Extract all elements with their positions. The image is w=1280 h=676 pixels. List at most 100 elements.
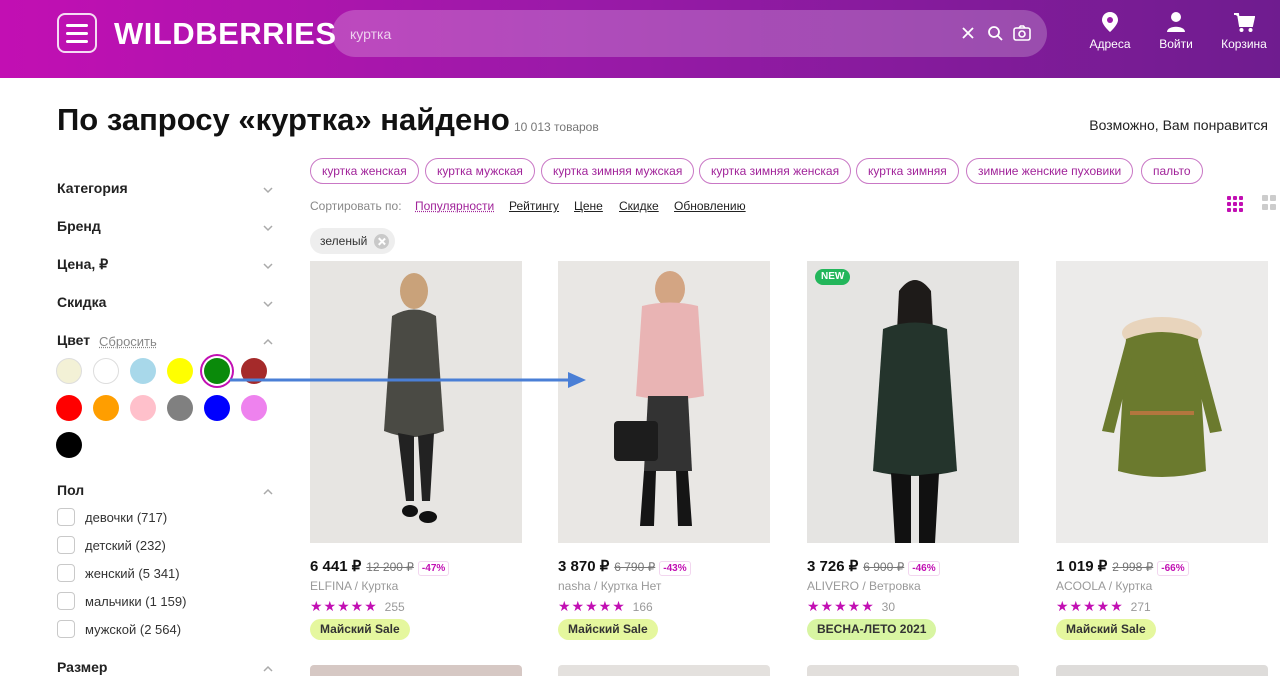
annotation-arrow-icon — [230, 372, 586, 388]
product-card-partial[interactable] — [310, 665, 522, 676]
product-image[interactable] — [558, 261, 770, 543]
filter-price[interactable]: Цена, ₽ — [57, 256, 108, 273]
star-icons: ★★★★★ — [558, 598, 626, 614]
gender-checkbox[interactable] — [57, 508, 75, 526]
gender-option[interactable]: женский (5 341) — [85, 566, 180, 581]
color-swatch[interactable] — [56, 432, 82, 458]
product-brand[interactable]: ALIVERO / Ветровка — [807, 579, 921, 593]
suggestion-chip[interactable]: куртка женская — [310, 158, 419, 184]
product-brand[interactable]: nasha / Куртка Нет — [558, 579, 661, 593]
color-swatch[interactable] — [167, 395, 193, 421]
addresses-button[interactable]: Адреса — [1080, 11, 1140, 51]
product-card[interactable]: 6 441 ₽ 12 200 ₽ -47% ELFINA / Куртка ★★★★… — [310, 261, 522, 640]
gender-checkbox[interactable] — [57, 536, 75, 554]
discount-badge: -46% — [908, 561, 940, 576]
filter-category[interactable]: Категория — [57, 180, 128, 196]
cart-button[interactable]: Корзина — [1214, 11, 1274, 51]
gender-checkbox[interactable] — [57, 620, 75, 638]
product-card[interactable]: NEW 3 726 ₽ 6 900 ₽ -46% ALIVERO / Ветровк… — [807, 261, 1019, 640]
maybe-like-link[interactable]: Возможно, Вам понравится — [1089, 117, 1268, 133]
color-swatch[interactable] — [93, 395, 119, 421]
product-card-partial[interactable] — [558, 665, 770, 676]
search-icon[interactable] — [984, 22, 1006, 44]
product-card-partial[interactable] — [807, 665, 1019, 676]
gender-checkbox[interactable] — [57, 564, 75, 582]
filter-color[interactable]: Цвет — [57, 332, 90, 348]
chevron-down-icon[interactable] — [262, 184, 274, 196]
reset-color-link[interactable]: Сбросить — [99, 334, 157, 349]
suggestion-chip[interactable]: куртка мужская — [425, 158, 535, 184]
logo[interactable]: WILDBERRIES — [114, 16, 337, 52]
remove-filter-icon[interactable] — [374, 234, 390, 249]
discount-badge: -47% — [417, 561, 450, 576]
color-swatch[interactable] — [204, 395, 230, 421]
gender-option[interactable]: девочки (717) — [85, 510, 167, 525]
filter-brand[interactable]: Бренд — [57, 218, 101, 234]
chevron-up-icon[interactable] — [262, 663, 274, 675]
color-swatch[interactable] — [241, 395, 267, 421]
product-card-partial[interactable] — [1056, 665, 1268, 676]
product-brand[interactable]: ACOOLA / Куртка — [1056, 579, 1152, 593]
active-filter-tag[interactable]: зеленый — [310, 228, 396, 254]
chevron-up-icon[interactable] — [262, 486, 274, 498]
chevron-down-icon[interactable] — [262, 298, 274, 310]
product-price: 1 019 ₽ — [1056, 558, 1108, 575]
product-image[interactable] — [310, 261, 522, 543]
gender-option[interactable]: детский (232) — [85, 538, 166, 553]
gender-option[interactable]: мальчики (1 159) — [85, 594, 186, 609]
star-icons: ★★★★★ — [807, 598, 875, 614]
sort-updated[interactable]: Обновлению — [674, 199, 746, 213]
color-swatch[interactable] — [167, 358, 193, 384]
star-icons: ★★★★★ — [1056, 598, 1124, 614]
suggestion-chip[interactable]: куртка зимняя женская — [699, 158, 852, 184]
search-input[interactable]: куртка — [332, 10, 1047, 57]
sort-discount[interactable]: Скидке — [619, 199, 659, 213]
product-image[interactable]: NEW — [807, 261, 1019, 543]
filter-gender[interactable]: Пол — [57, 482, 84, 498]
product-brand[interactable]: ELFINA / Куртка — [310, 579, 398, 593]
menu-button[interactable] — [57, 13, 97, 53]
color-swatch[interactable] — [130, 395, 156, 421]
color-swatch[interactable] — [204, 358, 230, 384]
search-query[interactable]: куртка — [350, 26, 391, 42]
clear-icon[interactable] — [957, 22, 979, 44]
user-icon — [1167, 12, 1185, 32]
suggestion-chip[interactable]: куртка зимняя мужская — [541, 158, 695, 184]
results-count: 10 013 товаров — [514, 120, 599, 134]
filter-discount[interactable]: Скидка — [57, 294, 106, 310]
color-swatch[interactable] — [93, 358, 119, 384]
location-pin-icon — [1102, 12, 1118, 32]
cart-icon — [1234, 13, 1255, 32]
color-swatch[interactable] — [130, 358, 156, 384]
cart-label: Корзина — [1221, 37, 1267, 51]
chevron-down-icon[interactable] — [262, 260, 274, 272]
large-grid-view-icon[interactable] — [1262, 195, 1278, 211]
color-swatch[interactable] — [56, 358, 82, 384]
sort-label: Сортировать по: — [310, 199, 402, 213]
camera-icon[interactable] — [1011, 22, 1033, 44]
sort-rating[interactable]: Рейтингу — [509, 199, 559, 213]
filter-size[interactable]: Размер — [57, 659, 107, 675]
suggestion-chip[interactable]: куртка зимняя — [856, 158, 959, 184]
grid-view-icon[interactable] — [1227, 196, 1243, 212]
chevron-up-icon[interactable] — [262, 336, 274, 348]
discount-badge: -66% — [1157, 561, 1189, 576]
product-image[interactable] — [1056, 261, 1268, 543]
chevron-down-icon[interactable] — [262, 222, 274, 234]
gender-option[interactable]: мужской (2 564) — [85, 622, 181, 637]
price-row: 6 441 ₽ 12 200 ₽ -47% — [310, 557, 450, 576]
suggestion-chip[interactable]: зимние женские пуховики — [966, 158, 1134, 184]
suggestion-chip[interactable]: пальто — [1141, 158, 1203, 184]
product-price: 6 441 ₽ — [310, 558, 362, 575]
login-label: Войти — [1159, 37, 1193, 51]
product-card[interactable]: 1 019 ₽ 2 998 ₽ -66% ACOOLA / Куртка ★★★★★… — [1056, 261, 1268, 640]
discount-badge: -43% — [659, 561, 691, 576]
sort-price[interactable]: Цене — [574, 199, 603, 213]
color-swatch[interactable] — [56, 395, 82, 421]
login-button[interactable]: Войти — [1146, 11, 1206, 51]
product-card[interactable]: 3 870 ₽ 6 790 ₽ -43% nasha / Куртка Нет ★★… — [558, 261, 770, 640]
rating-stars: ★★★★★ 271 — [1056, 598, 1151, 615]
review-count: 166 — [632, 600, 653, 614]
gender-checkbox[interactable] — [57, 592, 75, 610]
sort-popularity[interactable]: Популярности — [415, 199, 494, 213]
